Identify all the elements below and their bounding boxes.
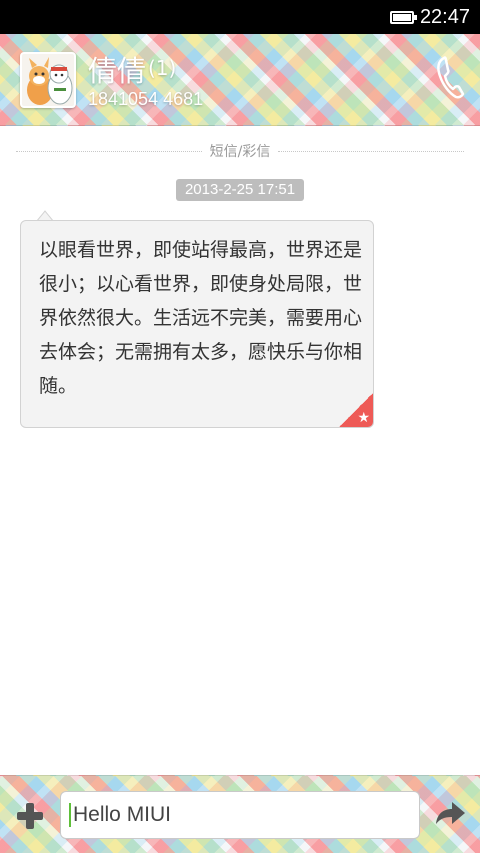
avatar-cartoon-icon <box>22 54 74 106</box>
text-caret <box>69 803 71 827</box>
message-input-value: Hello MIUI <box>73 803 172 826</box>
add-attachment-button[interactable] <box>12 798 48 834</box>
send-arrow-icon <box>436 802 465 824</box>
composer-bar: Hello MIUI <box>0 775 480 853</box>
call-button[interactable] <box>434 52 468 102</box>
divider-line-right <box>278 150 464 152</box>
contact-number: 1841054 4681 <box>88 89 204 109</box>
message-timestamp: 2013-2-25 17:51 <box>176 179 304 201</box>
conversation-header: 倩倩 (1) 1841054 4681 <box>0 34 480 126</box>
contact-name: 倩倩 <box>88 54 147 88</box>
send-button[interactable] <box>432 796 468 832</box>
unread-count: (1) <box>148 56 177 80</box>
status-time: 22:47 <box>419 5 470 28</box>
message-type-divider: 短信/彩信 <box>16 140 464 162</box>
favorite-marker[interactable]: ★ <box>339 393 373 427</box>
message-bubble[interactable]: 以眼看世界，即使站得最高，世界还是很小；以心看世界，即使身处局限，世界依然很大。… <box>20 220 374 428</box>
status-bar: 22:47 <box>0 0 480 34</box>
plus-icon <box>17 803 43 829</box>
avatar[interactable] <box>20 52 76 108</box>
divider-line-left <box>16 150 202 152</box>
divider-label: 短信/彩信 <box>209 144 271 160</box>
battery-icon <box>389 10 417 24</box>
message-text: 以眼看世界，即使站得最高，世界还是很小；以心看世界，即使身处局限，世界依然很大。… <box>39 239 363 397</box>
message-input[interactable]: Hello MIUI <box>60 791 420 839</box>
star-icon: ★ <box>357 410 370 426</box>
phone-icon <box>437 56 465 99</box>
